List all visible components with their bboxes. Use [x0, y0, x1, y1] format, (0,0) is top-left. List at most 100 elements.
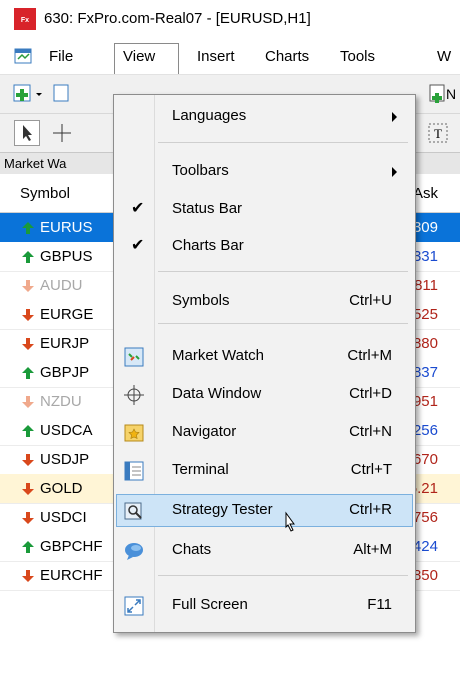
symbol-cell: EURUS	[40, 219, 93, 236]
menu-item-shortcut: F11	[367, 596, 392, 613]
svg-text:Fx: Fx	[21, 17, 29, 24]
symbol-cell: USDJP	[40, 451, 90, 468]
submenu-arrow-icon	[392, 112, 397, 122]
arrow-down-icon	[22, 483, 34, 495]
window-title: 630: FxPro.com-Real07 - [EURUSD,H1]	[44, 10, 311, 27]
symbol-cell: NZDU	[40, 393, 82, 410]
new-chart-icon[interactable]	[12, 81, 42, 107]
column-ask[interactable]: Ask	[413, 185, 438, 202]
new-order-icon[interactable]: N	[428, 81, 456, 107]
checkmark-icon: ✔	[131, 237, 145, 254]
column-symbol[interactable]: Symbol	[20, 185, 70, 202]
menu-item-label: Strategy Tester	[172, 501, 273, 518]
menu-file[interactable]: File	[49, 48, 73, 65]
chat-bubble-icon	[125, 543, 143, 560]
fxpro-logo-icon: Fx	[14, 8, 36, 30]
menu-separator	[158, 575, 408, 576]
menu-item-shortcut: Ctrl+U	[349, 292, 392, 309]
menu-item-label: Symbols	[172, 292, 230, 309]
menu-window[interactable]: W	[437, 48, 451, 65]
menu-item-label: Terminal	[172, 461, 229, 478]
mouse-cursor-icon	[285, 511, 295, 532]
menu-item-label: Languages	[172, 107, 247, 124]
arrow-down-icon	[22, 570, 34, 582]
title-bar: Fx 630: FxPro.com-Real07 - [EURUSD,H1]	[0, 0, 460, 40]
terminal-icon	[124, 461, 144, 481]
arrow-down-icon	[22, 454, 34, 466]
menu-item-market-watch[interactable]: Market Watch Ctrl+M	[114, 339, 415, 375]
menu-view-label: View	[123, 48, 156, 65]
arrow-up-icon	[22, 222, 34, 234]
symbol-cell: EURCHF	[40, 567, 103, 584]
menu-bar: File View Insert Charts Tools W	[0, 40, 460, 75]
cursor-icon[interactable]	[14, 120, 40, 146]
menu-item-shortcut: Ctrl+M	[347, 347, 392, 364]
menu-item-label: Status Bar	[172, 200, 243, 217]
menu-view[interactable]: View	[114, 43, 179, 74]
menu-separator	[158, 142, 408, 143]
navigator-icon	[124, 424, 144, 442]
app-menu-icon[interactable]	[14, 46, 34, 70]
svg-text:T: T	[434, 126, 442, 141]
arrow-up-icon	[22, 367, 34, 379]
menu-item-label: Charts Bar	[172, 237, 244, 254]
symbol-cell: USDCI	[40, 509, 87, 526]
arrow-down-icon	[22, 309, 34, 321]
checkmark-icon: ✔	[131, 200, 145, 217]
menu-item-charts-bar[interactable]: ✔ Charts Bar	[114, 229, 415, 265]
profiles-icon[interactable]	[52, 81, 80, 107]
menu-item-chats[interactable]: Chats Alt+M	[114, 533, 415, 569]
symbol-cell: GBPUS	[40, 248, 93, 265]
symbol-cell: AUDU	[40, 277, 83, 294]
crosshair-icon	[124, 385, 144, 405]
menu-charts[interactable]: Charts	[265, 48, 309, 65]
menu-item-status-bar[interactable]: ✔ Status Bar	[114, 192, 415, 228]
symbol-cell: EURGE	[40, 306, 94, 323]
menu-item-full-screen[interactable]: Full Screen F11	[114, 588, 415, 624]
view-menu-dropdown: Languages Toolbars ✔ Status Bar ✔ Charts Bar S…	[113, 94, 416, 633]
menu-item-data-window[interactable]: Data Window Ctrl+D	[114, 377, 415, 413]
menu-item-shortcut: Ctrl+D	[349, 385, 392, 402]
full-screen-icon	[124, 596, 144, 616]
symbol-cell: USDCA	[40, 422, 93, 439]
menu-item-label: Toolbars	[172, 162, 229, 179]
symbol-cell: EURJP	[40, 335, 90, 352]
market-watch-title: Market Wa	[4, 156, 67, 171]
arrow-down-icon	[22, 338, 34, 350]
strategy-tester-icon	[124, 502, 142, 520]
menu-item-languages[interactable]: Languages	[114, 99, 415, 135]
menu-item-label: Data Window	[172, 385, 262, 402]
arrow-up-icon	[22, 541, 34, 553]
menu-tools[interactable]: Tools	[340, 48, 375, 65]
market-watch-icon	[124, 347, 144, 367]
menu-item-shortcut: Ctrl+T	[350, 461, 392, 478]
menu-item-symbols[interactable]: Symbols Ctrl+U	[114, 284, 415, 320]
submenu-arrow-icon	[392, 167, 397, 177]
menu-item-label: Full Screen	[172, 596, 248, 613]
menu-separator	[158, 271, 408, 272]
crosshair-tool-icon[interactable]	[50, 120, 78, 146]
app-logo-icon: Fx	[14, 8, 36, 30]
symbol-cell: GBPJP	[40, 364, 90, 381]
menu-item-shortcut: Ctrl+R	[349, 501, 392, 518]
arrow-down-icon	[22, 512, 34, 524]
arrow-up-icon	[22, 425, 34, 437]
menu-item-toolbars[interactable]: Toolbars	[114, 154, 415, 190]
menu-insert[interactable]: Insert	[197, 48, 235, 65]
arrow-down-icon	[22, 396, 34, 408]
menu-item-shortcut: Alt+M	[353, 541, 392, 558]
menu-item-strategy-tester[interactable]: Strategy Tester Ctrl+R	[114, 493, 415, 529]
menu-separator	[158, 323, 408, 324]
menu-item-label: Chats	[172, 541, 212, 558]
menu-item-terminal[interactable]: Terminal Ctrl+T	[114, 453, 415, 489]
menu-item-label: Navigator	[172, 423, 237, 440]
menu-item-shortcut: Ctrl+N	[349, 423, 392, 440]
symbol-cell: GOLD	[40, 480, 83, 497]
arrow-up-icon	[22, 251, 34, 263]
menu-item-label: Market Watch	[172, 347, 264, 364]
text-label-icon[interactable]: T	[426, 120, 454, 146]
arrow-down-icon	[22, 280, 34, 292]
symbol-cell: GBPCHF	[40, 538, 103, 555]
svg-text:N: N	[446, 86, 456, 102]
menu-item-navigator[interactable]: Navigator Ctrl+N	[114, 415, 415, 451]
